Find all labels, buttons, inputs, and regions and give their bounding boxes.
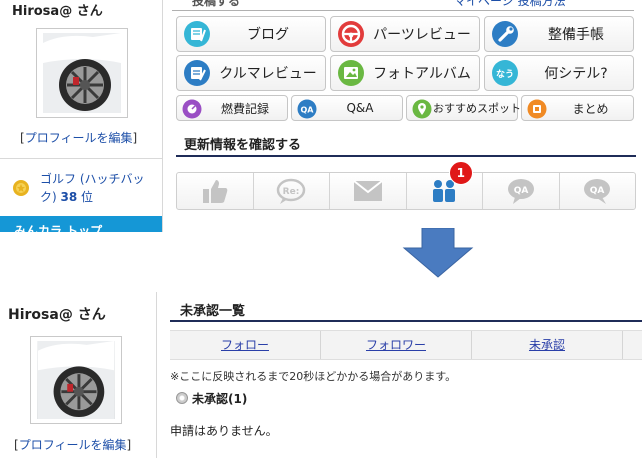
tab-follows[interactable]: 1 <box>407 161 483 209</box>
qa-bubble-alt-icon: QA <box>584 179 611 204</box>
tab-replies[interactable]: Re: <box>254 173 330 209</box>
car-wheel-image <box>37 341 115 419</box>
tab-pending[interactable]: 未承認 <box>472 331 623 359</box>
maintenance-log-label: 整備手帳 <box>548 27 604 43</box>
divider <box>0 158 162 159</box>
photo-album-label: フォトアルバム <box>373 66 471 82</box>
car-review-label: クルマレビュー <box>219 66 317 82</box>
tab-follow[interactable]: フォロー <box>170 331 321 359</box>
ranking-number: 38 <box>60 190 78 204</box>
photo-album-button[interactable]: フォトアルバム <box>330 55 480 91</box>
bottom-edit-profile-link[interactable]: [プロフィールを編集] <box>14 436 131 453</box>
tab-likes[interactable] <box>177 173 254 209</box>
tab-qa[interactable]: QA <box>483 173 560 209</box>
pending-title: 未承認一覧 <box>180 304 246 319</box>
qa-bubble-text: QA <box>513 186 528 196</box>
pending-panel: 未承認一覧 フォロー フォロワー 未承認 ※ここに反映されるまで20秒ほどかかる… <box>170 292 642 458</box>
update-info-title: 更新情報を確認する <box>184 138 302 153</box>
reply-icon: Re: <box>277 178 306 204</box>
medal-icon <box>13 180 29 196</box>
pending-heading: 未承認(1) <box>176 390 247 407</box>
notification-badge: 1 <box>448 161 473 185</box>
post-menu-panel: 投稿する マイページ 投稿方法 ブログ パーツレビュー 整備手帳 クルマレビュー… <box>172 0 642 232</box>
empty-message: 申請はありません。 <box>170 424 278 438</box>
top-username: Hirosa@ さん <box>12 4 103 19</box>
top-edit-profile-anchor[interactable]: プロフィールを編集 <box>25 131 133 145</box>
tab-messages[interactable] <box>330 173 407 209</box>
mail-icon <box>353 180 383 201</box>
nani-shiteru-button[interactable]: なう 何シテル? <box>484 55 634 91</box>
blog-label: ブログ <box>247 27 289 43</box>
fuel-log-button[interactable]: 燃費記録 <box>176 95 288 121</box>
qa-label: Q&A <box>346 101 374 115</box>
tab-empty <box>623 331 642 359</box>
post-header-strip: 投稿する マイページ 投稿方法 <box>172 0 634 11</box>
blog-button[interactable]: ブログ <box>176 16 326 52</box>
tab-follower[interactable]: フォロワー <box>321 331 472 359</box>
car-wheel-image <box>43 33 121 113</box>
nani-shiteru-label: 何シテル? <box>544 66 608 82</box>
reply-icon-text: Re: <box>283 187 300 197</box>
fuel-log-label: 燃費記録 <box>220 101 269 116</box>
top-profile-panel: Hirosa@ さん [プロフィールを編集] ゴルフ (ハッチバック) 38 位… <box>0 0 163 232</box>
qa-bubble-alt-text: QA <box>590 186 605 196</box>
post-heading: 投稿する <box>192 0 241 8</box>
parts-review-button[interactable]: パーツレビュー <box>330 16 480 52</box>
top-profile-photo[interactable] <box>36 28 128 118</box>
bottom-username: Hirosa@ さん <box>8 307 106 323</box>
notification-tabs: Re: 1 QA QA <box>176 161 636 210</box>
thumbs-up-icon <box>202 180 228 203</box>
recommended-spot-button[interactable]: おすすめスポット <box>406 95 521 121</box>
post-heading-links[interactable]: マイページ 投稿方法 <box>454 0 566 9</box>
bottom-edit-profile-anchor[interactable]: プロフィールを編集 <box>19 438 127 452</box>
pending-count-label: 未承認(1) <box>192 392 248 406</box>
delay-note: ※ここに反映されるまで20秒ほどかかる場合があります。 <box>170 370 457 383</box>
matome-button[interactable]: まとめ <box>521 95 634 121</box>
section-rule <box>176 155 636 157</box>
parts-review-label: パーツレビュー <box>373 27 471 43</box>
qa-bubble-icon: QA <box>507 179 534 204</box>
blue-bar-text: みんカラ トップ <box>14 224 103 232</box>
matome-label: まとめ <box>572 101 609 116</box>
follow-tabs: フォロー フォロワー 未承認 <box>170 330 642 360</box>
maintenance-log-button[interactable]: 整備手帳 <box>484 16 634 52</box>
tab-qa-answers[interactable]: QA <box>560 173 636 209</box>
recommended-spot-label: おすすめスポット <box>433 102 521 115</box>
car-review-button[interactable]: クルマレビュー <box>176 55 326 91</box>
down-arrow-icon <box>402 228 474 278</box>
pending-rule <box>170 320 642 322</box>
top-edit-profile-link[interactable]: [プロフィールを編集] <box>20 129 137 146</box>
bottom-profile-photo[interactable] <box>30 336 122 424</box>
bottom-profile-panel: Hirosa@ さん [プロフィールを編集] <box>0 292 157 458</box>
ranking-text[interactable]: ゴルフ (ハッチバック) 38 位 <box>40 170 158 206</box>
blue-menu-bar[interactable]: みんカラ トップ <box>0 216 162 232</box>
radio-bullet-icon <box>176 392 188 404</box>
qa-button[interactable]: QA Q&A <box>291 95 403 121</box>
